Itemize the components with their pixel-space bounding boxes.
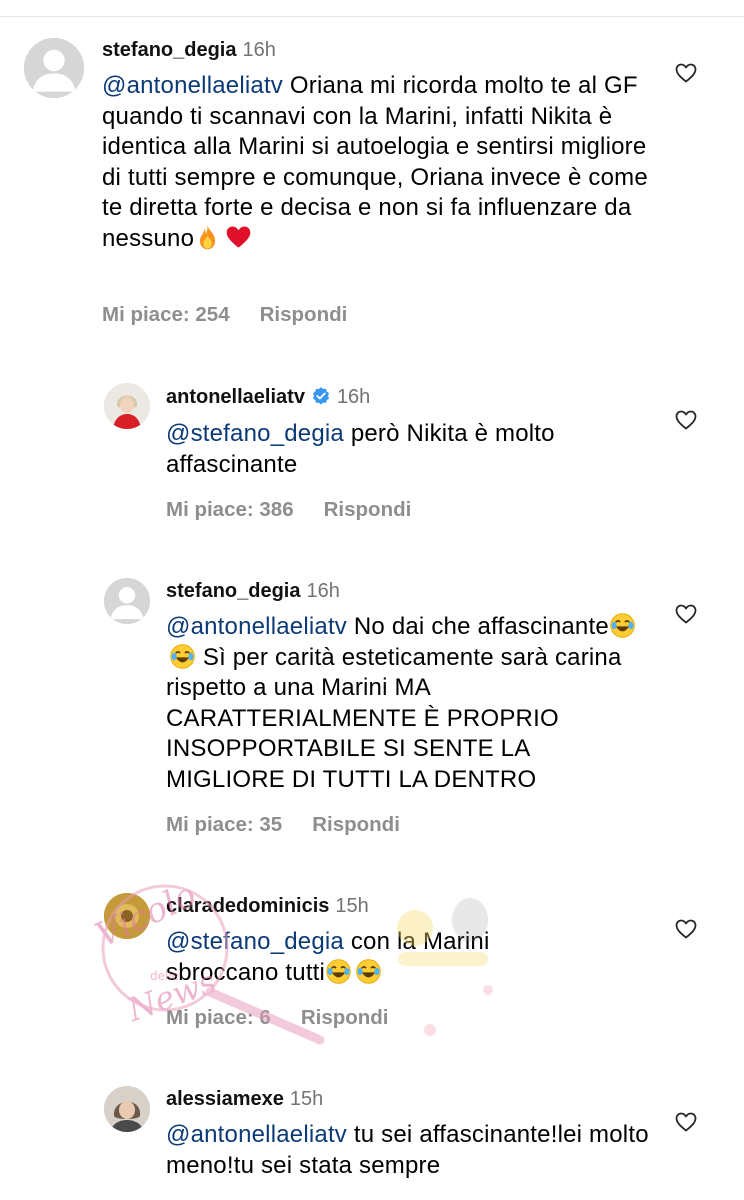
comment-header: stefano_degia 16h bbox=[102, 37, 276, 63]
comment-text: @antonellaeliatv tu sei affascinante!lei… bbox=[166, 1120, 656, 1181]
laughing-emoji-icon bbox=[169, 643, 196, 670]
comment-body: No dai che affascinante bbox=[347, 613, 609, 640]
like-heart-icon[interactable] bbox=[674, 917, 698, 941]
likes-count[interactable]: Mi piace: 254 bbox=[102, 303, 230, 326]
comment-username[interactable]: antonellaeliatv bbox=[166, 386, 305, 408]
comment-actions: Mi piace: 6 Rispondi bbox=[166, 1005, 389, 1031]
laughing-emoji-icon bbox=[355, 958, 382, 985]
comment-time: 15h bbox=[289, 1088, 324, 1110]
comment-username[interactable]: alessiamexe bbox=[166, 1088, 284, 1110]
comment-text: @stefano_degia però Nikita è molto affas… bbox=[166, 419, 636, 480]
laughing-emoji-icon bbox=[609, 612, 636, 639]
like-heart-icon[interactable] bbox=[674, 1110, 698, 1134]
comment-body-continued: Sì per carità esteticamente sarà carina … bbox=[166, 643, 622, 793]
like-heart-icon[interactable] bbox=[674, 61, 698, 85]
avatar[interactable] bbox=[104, 383, 150, 429]
likes-count[interactable]: Mi piace: 386 bbox=[166, 498, 294, 521]
comment-text: @antonellaeliatv No dai che affascinante… bbox=[166, 612, 646, 795]
avatar[interactable] bbox=[24, 38, 84, 98]
like-heart-icon[interactable] bbox=[674, 408, 698, 432]
avatar[interactable] bbox=[104, 578, 150, 624]
comment-username[interactable]: stefano_degia bbox=[166, 580, 300, 602]
comment-actions: Mi piace: 386 Rispondi bbox=[166, 497, 411, 523]
comment-time: 16h bbox=[306, 580, 340, 602]
profile-photo-icon bbox=[104, 383, 150, 429]
profile-photo-icon bbox=[104, 1086, 150, 1132]
comment-header: alessiamexe 15h bbox=[166, 1086, 323, 1112]
fire-emoji-icon bbox=[194, 224, 221, 251]
mention-link[interactable]: @stefano_degia bbox=[166, 420, 344, 447]
comment-time: 15h bbox=[335, 895, 369, 917]
reply-button[interactable]: Rispondi bbox=[301, 1006, 389, 1029]
profile-photo-icon bbox=[104, 893, 150, 939]
comment-text: @stefano_degia con la Marini sbroccano t… bbox=[166, 927, 586, 988]
comment-header: antonellaeliatv 16h bbox=[166, 384, 370, 410]
comment-username[interactable]: stefano_degia bbox=[102, 39, 236, 61]
comment-time: 16h bbox=[336, 386, 371, 408]
red-heart-emoji-icon bbox=[225, 224, 252, 251]
comment-actions: Mi piace: 35 Rispondi bbox=[166, 812, 400, 838]
default-user-icon bbox=[24, 38, 84, 98]
avatar[interactable] bbox=[104, 893, 150, 939]
like-heart-icon[interactable] bbox=[674, 602, 698, 626]
comment-header: stefano_degia 16h bbox=[166, 578, 340, 604]
mention-link[interactable]: @stefano_degia bbox=[166, 928, 344, 955]
reply-button[interactable]: Rispondi bbox=[312, 813, 400, 836]
mention-link[interactable]: @antonellaeliatv bbox=[166, 1121, 347, 1148]
reply-button[interactable]: Rispondi bbox=[324, 498, 412, 521]
laughing-emoji-icon bbox=[325, 958, 352, 985]
comment-username[interactable]: claradedominicis bbox=[166, 895, 329, 917]
mention-link[interactable]: @antonellaeliatv bbox=[166, 613, 347, 640]
comment-header: claradedominicis 15h bbox=[166, 893, 369, 919]
comment-time: 16h bbox=[242, 39, 276, 61]
top-divider bbox=[0, 16, 744, 17]
likes-count[interactable]: Mi piace: 35 bbox=[166, 813, 282, 836]
reply-button[interactable]: Rispondi bbox=[260, 303, 348, 326]
comment-actions: Mi piace: 254 Rispondi bbox=[102, 302, 347, 328]
default-user-icon bbox=[104, 578, 150, 624]
verified-badge-icon bbox=[312, 387, 329, 405]
likes-count[interactable]: Mi piace: 6 bbox=[166, 1006, 271, 1029]
mention-link[interactable]: @antonellaeliatv bbox=[102, 72, 283, 99]
comment-text: @antonellaeliatv Oriana mi ricorda molto… bbox=[102, 71, 662, 254]
avatar[interactable] bbox=[104, 1086, 150, 1132]
